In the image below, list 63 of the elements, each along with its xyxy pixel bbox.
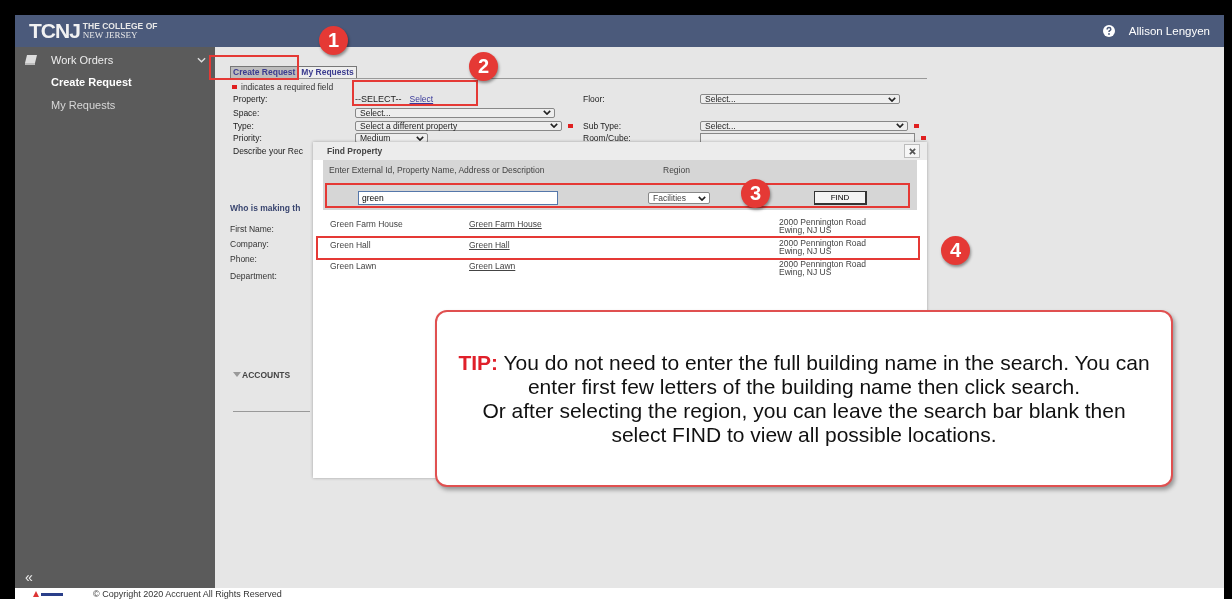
sidebar-item[interactable]: My Requests: [15, 94, 215, 117]
result-link[interactable]: Green Hall: [469, 240, 510, 250]
result-name: Green Lawn: [329, 261, 378, 273]
close-button[interactable]: [904, 144, 920, 158]
result-name: Green Hall: [329, 240, 372, 252]
address-line: 2000 Pennington Road: [779, 240, 866, 248]
address-line: Ewing, NJ US: [779, 247, 832, 255]
search-field[interactable]: green: [358, 191, 558, 205]
field-label: Space:: [233, 107, 260, 118]
required-marker: [232, 84, 237, 89]
dialog-title: Find Property: [327, 146, 383, 156]
select-link[interactable]: Select: [409, 94, 434, 104]
field-label: Property:: [233, 94, 268, 104]
chevron-icon: [698, 195, 706, 201]
caret-icon: [233, 372, 241, 377]
logo-icon: [33, 590, 63, 597]
accounts-section-toggle[interactable]: ACCOUNTS: [233, 369, 291, 380]
field-label: Department:: [230, 270, 277, 281]
field-label: Region: [663, 164, 690, 175]
chevron-icon: [416, 135, 424, 141]
result-name: Green Farm House: [329, 219, 404, 231]
dropdown[interactable]: Select...: [700, 94, 900, 104]
chevron-icon: [888, 96, 896, 102]
required-note: indicates a required field: [241, 81, 334, 92]
field-label: First Name:: [230, 223, 274, 234]
dropdown[interactable]: Select a different property: [355, 120, 562, 131]
field-label: Room/Cube:: [583, 133, 631, 143]
field-value: --SELECT--: [355, 94, 402, 104]
address-line: Ewing, NJ US: [779, 268, 832, 276]
close-icon: [908, 147, 916, 155]
field-label: Enter External Id, Property Name, Address or Description: [329, 164, 546, 175]
dropdown[interactable]: Select...: [700, 120, 908, 131]
sidebar-item[interactable]: Work Orders: [15, 49, 215, 71]
field-label: Priority:: [233, 133, 262, 143]
chevron-icon: [896, 123, 904, 128]
logo-text: NEW JERSEY: [82, 31, 139, 40]
tip-text: TIP: You do not need to enter the full building name in the search. You can enter first few letters of the building name then click search. Or after selecting the region, you can leave the search bar blank then select FIND to view all possible locations.: [457, 350, 1151, 447]
user-name[interactable]: Allison Lengyen: [1128, 25, 1210, 37]
dropdown[interactable]: Select...: [355, 107, 555, 118]
field-label: Type:: [233, 120, 254, 131]
field-label: Floor:: [583, 94, 605, 104]
field-label: Company:: [230, 238, 269, 249]
region-dropdown[interactable]: Facilities: [648, 192, 710, 204]
result-link[interactable]: Green Lawn: [469, 261, 516, 271]
find-button[interactable]: FIND: [814, 191, 867, 205]
field-label: Describe your Rec: [233, 146, 303, 156]
field-label: Sub Type:: [583, 120, 622, 131]
book-icon: [25, 55, 37, 65]
help-icon[interactable]: [1102, 25, 1115, 37]
tab[interactable]: My Requests: [298, 66, 357, 78]
tab[interactable]: Create Request: [230, 66, 299, 78]
chevron-icon: [197, 57, 206, 63]
collapse-button[interactable]: «: [25, 569, 33, 585]
copyright-text: © Copyright 2020 Accruent All Rights Reserved: [93, 588, 282, 599]
logo-mark: TCNJ: [29, 19, 80, 43]
address-line: 2000 Pennington Road: [779, 261, 866, 269]
sidebar-item[interactable]: Create Request: [15, 71, 215, 94]
address-line: Ewing, NJ US: [779, 226, 832, 234]
logo-text: THE COLLEGE OF: [82, 22, 158, 31]
result-link[interactable]: Green Farm House: [469, 219, 542, 229]
address-line: 2000 Pennington Road: [779, 219, 866, 227]
section-heading: Who is making th: [230, 203, 302, 213]
field-label: Phone:: [230, 253, 257, 264]
